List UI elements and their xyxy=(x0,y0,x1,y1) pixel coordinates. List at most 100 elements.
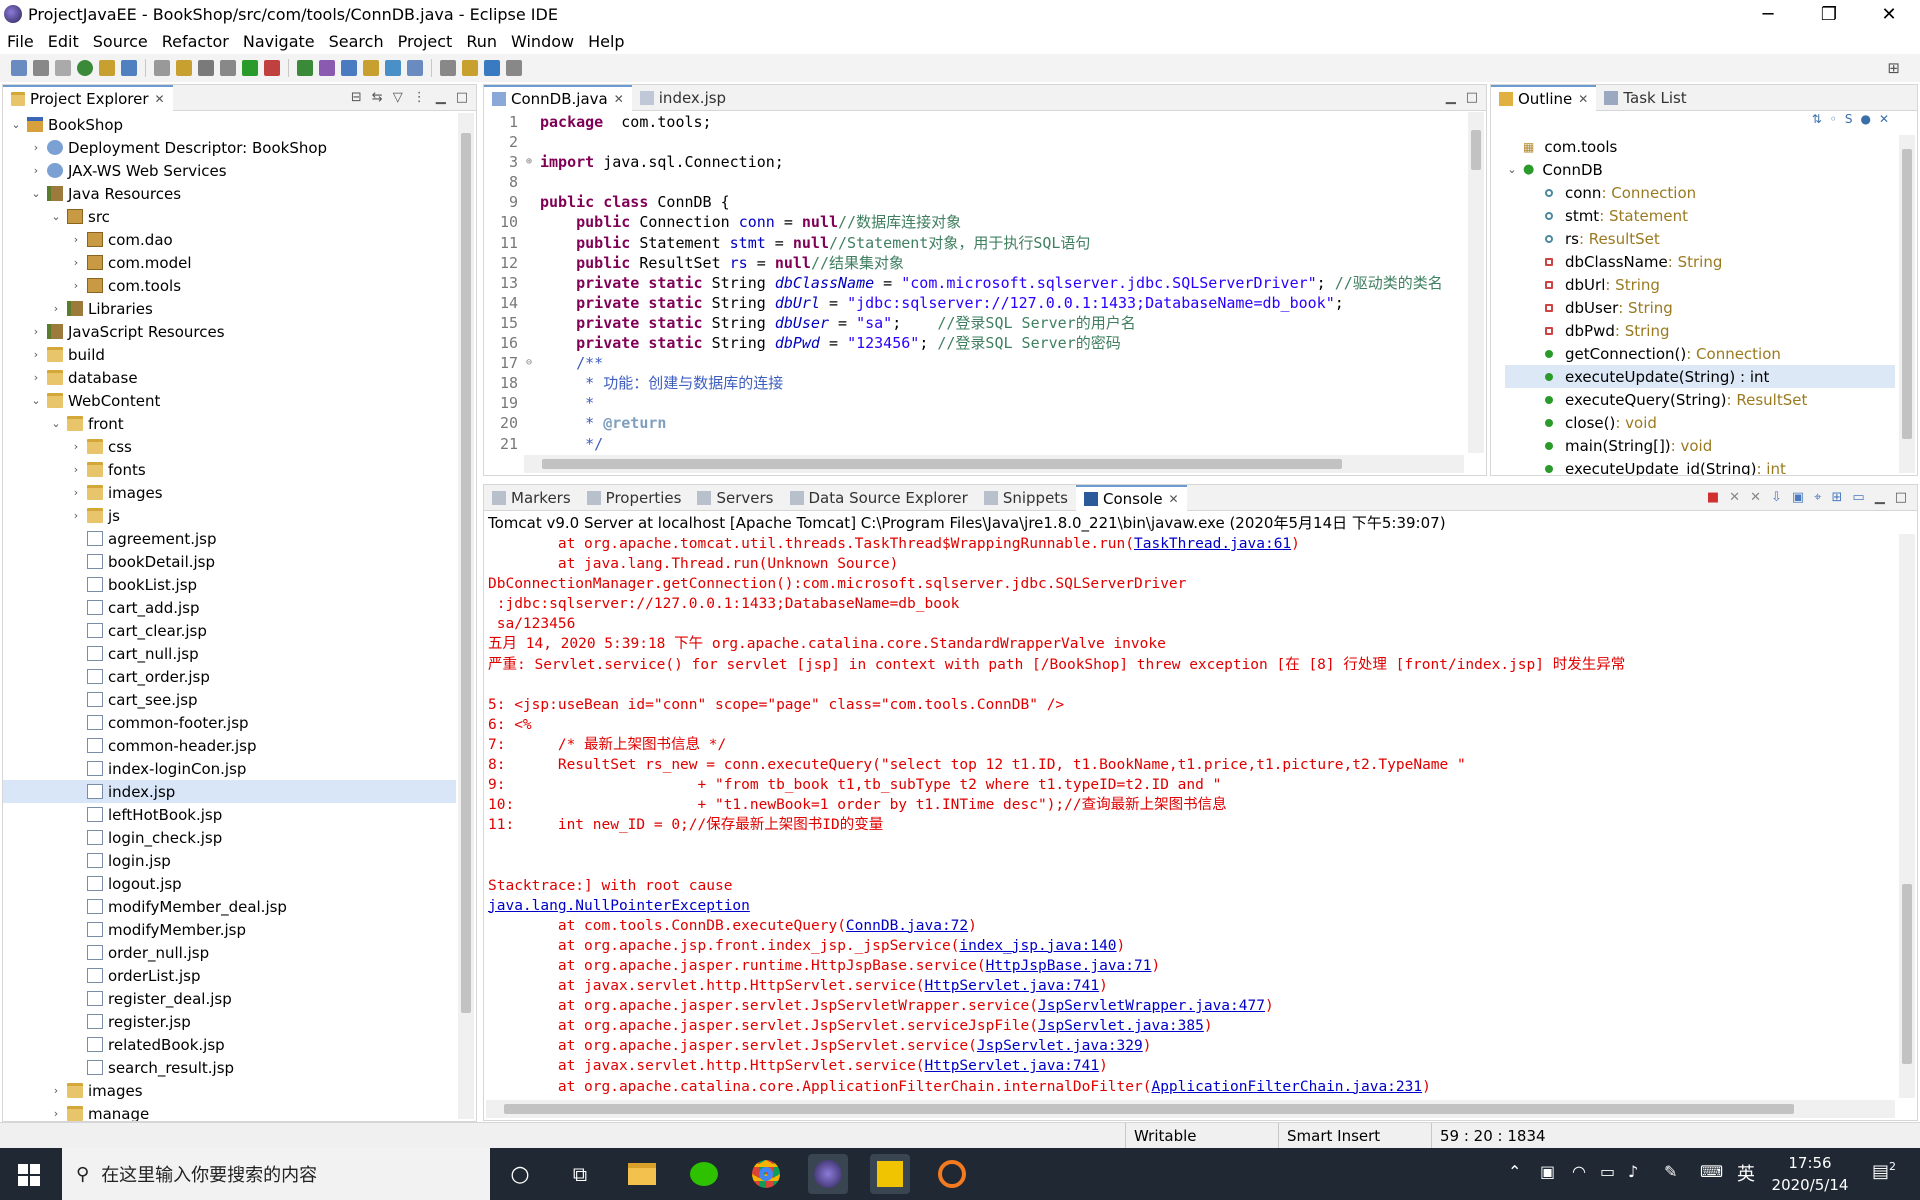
minimize-icon[interactable]: ─ xyxy=(1745,0,1791,28)
tab-servers[interactable]: Servers xyxy=(689,485,781,511)
collapse-arrow-icon[interactable]: ⌄ xyxy=(29,394,43,407)
console-hscroll-thumb[interactable] xyxy=(504,1104,1794,1114)
tab-console[interactable]: Console ✕ xyxy=(1076,484,1187,511)
outline-item[interactable]: getConnection() : Connection xyxy=(1505,342,1895,365)
toolbar-button-icon[interactable] xyxy=(99,60,115,76)
expand-arrow-icon[interactable]: › xyxy=(49,1107,63,1120)
outline-item[interactable]: dbUrl : String xyxy=(1505,273,1895,296)
toolbar-button-icon[interactable] xyxy=(506,60,522,76)
tab-properties[interactable]: Properties xyxy=(579,485,690,511)
tab-index-jsp[interactable]: index.jsp xyxy=(632,85,734,111)
outline-item[interactable]: conn : Connection xyxy=(1505,181,1895,204)
outline-item[interactable]: dbClassName : String xyxy=(1505,250,1895,273)
toolbar-button-icon[interactable] xyxy=(176,60,192,76)
tree-item[interactable]: register_deal.jsp xyxy=(3,987,456,1010)
maximize-view-icon[interactable]: □ xyxy=(1466,90,1478,105)
remove-launch-icon[interactable]: ✕ xyxy=(1729,490,1740,505)
tree-item[interactable]: › fonts xyxy=(3,458,456,481)
stacktrace-link[interactable]: JspServlet.java:329 xyxy=(977,1038,1143,1054)
tree-item[interactable]: cart_see.jsp xyxy=(3,688,456,711)
collapse-all-icon[interactable]: ⊟ xyxy=(351,90,362,105)
console-output[interactable]: at org.apache.tomcat.util.threads.TaskTh… xyxy=(488,534,1895,1098)
clock[interactable]: 17:56 2020/5/14 xyxy=(1770,1152,1850,1196)
tree-item[interactable]: › images xyxy=(3,1079,456,1102)
outline-item[interactable]: ▦ com.tools xyxy=(1505,135,1895,158)
console-hscrollbar[interactable] xyxy=(486,1100,1895,1118)
toolbar-button-icon[interactable] xyxy=(363,60,379,76)
tree-item[interactable]: logout.jsp xyxy=(3,872,456,895)
hide-nonpublic-icon[interactable]: ● xyxy=(1860,112,1870,134)
tree-item[interactable]: › database xyxy=(3,366,456,389)
perspective-icon[interactable]: ⊞ xyxy=(1887,59,1900,77)
stacktrace-link[interactable]: JspServletWrapper.java:477 xyxy=(1038,998,1265,1014)
tree-item[interactable]: ⌄ BookShop xyxy=(3,113,456,136)
tree-item[interactable]: leftHotBook.jsp xyxy=(3,803,456,826)
collapse-arrow-icon[interactable]: ⌄ xyxy=(49,210,63,223)
expand-arrow-icon[interactable]: › xyxy=(69,440,83,453)
tab-project-explorer[interactable]: Project Explorer ✕ xyxy=(3,84,173,111)
editor-vscroll-thumb[interactable] xyxy=(1471,130,1481,170)
menu-refactor[interactable]: Refactor xyxy=(155,32,236,51)
outline-item[interactable]: executeUpdate_id(String) : int xyxy=(1505,457,1895,475)
pin-console-icon[interactable]: ⌖ xyxy=(1814,490,1821,505)
tab-task-list[interactable]: Task List xyxy=(1596,85,1694,111)
remove-all-icon[interactable]: ✕ xyxy=(1750,490,1761,505)
maximize-view-icon[interactable]: □ xyxy=(1895,490,1907,505)
toolbar-button-icon[interactable] xyxy=(341,60,357,76)
hide-local-types-icon[interactable]: ✕ xyxy=(1879,112,1889,134)
tree-item[interactable]: cart_null.jsp xyxy=(3,642,456,665)
tree-item[interactable]: index.jsp xyxy=(3,780,456,803)
wifi-icon[interactable]: ◠ xyxy=(1572,1162,1586,1181)
tree-item[interactable]: › JAX-WS Web Services xyxy=(3,159,456,182)
toolbar-button-icon[interactable] xyxy=(33,60,49,76)
expand-arrow-icon[interactable]: › xyxy=(29,348,43,361)
display-console-icon[interactable]: ▭ xyxy=(1852,490,1864,505)
tree-item[interactable]: cart_clear.jsp xyxy=(3,619,456,642)
toolbar-button-icon[interactable] xyxy=(242,60,258,76)
stacktrace-link[interactable]: index_jsp.java:140 xyxy=(959,938,1116,954)
tree-item[interactable]: › com.dao xyxy=(3,228,456,251)
minimize-view-icon[interactable]: ▁ xyxy=(436,90,446,105)
eclipse-taskbar-icon[interactable] xyxy=(808,1154,848,1194)
outline-item[interactable]: executeQuery(String) : ResultSet xyxy=(1505,388,1895,411)
scroll-lock-icon[interactable]: ⇩ xyxy=(1771,490,1782,505)
hide-fields-icon[interactable]: ◦ xyxy=(1830,112,1837,134)
menu-edit[interactable]: Edit xyxy=(41,32,86,51)
notification-icon[interactable]: ▤2 xyxy=(1872,1160,1896,1182)
console-vscroll-thumb[interactable] xyxy=(1902,884,1912,1064)
expand-arrow-icon[interactable]: › xyxy=(49,1084,63,1097)
filter-icon[interactable]: ▽ xyxy=(393,90,403,105)
fold-icon[interactable]: ⊖ xyxy=(526,353,540,373)
tree-item[interactable]: modifyMember_deal.jsp xyxy=(3,895,456,918)
tree-item[interactable]: ⌄ front xyxy=(3,412,456,435)
toolbar-button-icon[interactable] xyxy=(319,60,335,76)
console-vscrollbar[interactable] xyxy=(1899,534,1915,1098)
tree-item[interactable]: login.jsp xyxy=(3,849,456,872)
editor-hscroll-thumb[interactable] xyxy=(542,459,1342,469)
toolbar-button-icon[interactable] xyxy=(220,60,236,76)
outline-scrollbar[interactable] xyxy=(1899,135,1915,473)
tree-item[interactable]: › Libraries xyxy=(3,297,456,320)
photo-app-icon[interactable] xyxy=(932,1154,972,1194)
tree-item[interactable]: › build xyxy=(3,343,456,366)
outline-item[interactable]: executeUpdate(String) : int xyxy=(1505,365,1895,388)
toolbar-button-icon[interactable] xyxy=(264,60,280,76)
menu-search[interactable]: Search xyxy=(322,32,391,51)
stacktrace-link[interactable]: HttpServlet.java:741 xyxy=(925,1058,1100,1074)
fold-icon[interactable]: ⊕ xyxy=(526,152,540,172)
close-tab-icon[interactable]: ✕ xyxy=(155,92,165,106)
toolbar-button-icon[interactable] xyxy=(198,60,214,76)
windows-start-icon[interactable] xyxy=(18,1164,40,1186)
expand-arrow-icon[interactable]: › xyxy=(69,256,83,269)
collapse-arrow-icon[interactable]: ⌄ xyxy=(9,118,23,131)
tree-item[interactable]: register.jsp xyxy=(3,1010,456,1033)
expand-arrow-icon[interactable]: › xyxy=(29,164,43,177)
outline-item[interactable]: dbUser : String xyxy=(1505,296,1895,319)
toolbar-button-icon[interactable] xyxy=(484,60,500,76)
tree-item[interactable]: order_null.jsp xyxy=(3,941,456,964)
app-taskbar-icon[interactable] xyxy=(870,1154,910,1194)
tree-item[interactable]: › css xyxy=(3,435,456,458)
tree-item[interactable]: index-loginCon.jsp xyxy=(3,757,456,780)
toolbar-button-icon[interactable] xyxy=(440,60,456,76)
tray-app-icon[interactable]: ▣ xyxy=(1540,1162,1555,1181)
